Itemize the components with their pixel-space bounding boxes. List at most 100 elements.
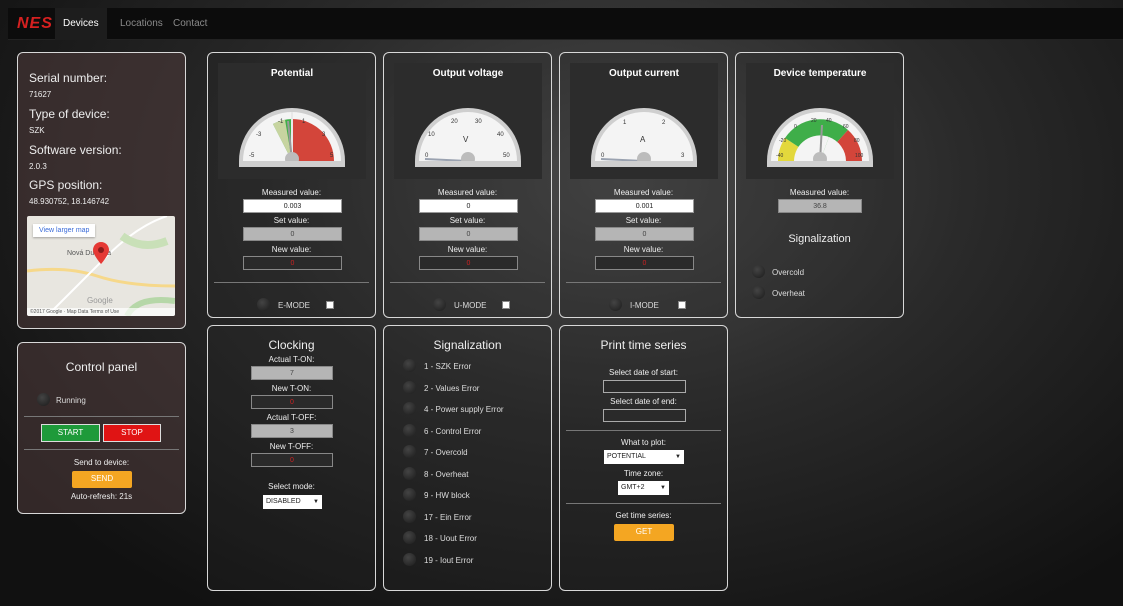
current-panel: Output current A 0 1 2 3 Measured value:… (559, 52, 728, 318)
signal-led-icon (403, 466, 416, 480)
signalization-title: Signalization (433, 338, 502, 352)
signal-item-label: 19 - Iout Error (424, 555, 474, 565)
mode-select-value: DISABLED (266, 498, 301, 505)
signal-item-label: 2 - Values Error (424, 383, 480, 393)
send-button[interactable]: SEND (72, 471, 132, 488)
serial-number-value: 71627 (29, 90, 52, 99)
serial-number-label: Serial number: (29, 71, 108, 85)
tab-locations[interactable]: Locations (112, 8, 171, 40)
u-mode-checkbox[interactable] (502, 301, 510, 309)
overheat-label: Overheat (772, 289, 805, 298)
actual-toff-label: Actual T-OFF: (266, 413, 317, 422)
new-value-label: New value: (271, 245, 312, 254)
svg-text:-40: -40 (776, 153, 783, 159)
device-type-label: Type of device: (29, 107, 110, 121)
running-status: Running (56, 396, 86, 405)
new-ton-input[interactable]: 0 (251, 395, 333, 409)
get-button[interactable]: GET (614, 524, 674, 541)
svg-text:40: 40 (826, 118, 832, 124)
new-value-label: New value: (447, 245, 488, 254)
signal-led-icon (403, 445, 416, 458)
overcold-label: Overcold (772, 268, 805, 277)
signal-led-icon (403, 402, 416, 415)
control-panel: Control panel Running START STOP Send to… (17, 342, 186, 514)
svg-text:10: 10 (428, 132, 435, 138)
svg-text:100: 100 (855, 153, 864, 159)
temperature-gauge: -40 -20 0 20 40 60 80 100 (767, 108, 873, 167)
start-date-input[interactable] (603, 380, 686, 393)
tab-contact[interactable]: Contact (165, 8, 215, 40)
signal-item-label: 17 - Ein Error (424, 512, 472, 522)
voltage-gauge-box: Output voltage V 0 10 20 30 40 50 (394, 63, 542, 179)
divider (566, 503, 721, 504)
device-type-value: SZK (29, 126, 45, 135)
svg-text:0: 0 (794, 124, 797, 130)
i-mode-led-icon (609, 298, 622, 311)
signal-item-label: 8 - Overheat (424, 469, 469, 479)
svg-text:40: 40 (497, 132, 504, 138)
gps-position-value: 48.930752, 18.146742 (29, 197, 110, 206)
mode-select[interactable]: DISABLED ▼ (263, 495, 322, 509)
e-mode-checkbox[interactable] (326, 301, 334, 309)
overcold-led-icon (752, 265, 765, 278)
temperature-panel: Device temperature -40 -20 0 20 40 60 80… (735, 52, 904, 318)
signal-item-label: 1 - SZK Error (424, 362, 472, 371)
timezone-select[interactable]: GMT+2 ▼ (618, 481, 669, 495)
auto-refresh-label: Auto-refresh: 21s (70, 492, 133, 501)
e-mode-led-icon (257, 298, 270, 311)
new-ton-label: New T-ON: (271, 384, 312, 393)
actual-ton-value: 7 (251, 366, 333, 380)
signal-led-icon (403, 380, 416, 394)
current-measured-value: 0.001 (595, 199, 694, 213)
voltage-gauge: V 0 10 20 30 40 50 (415, 108, 521, 167)
view-larger-map-button[interactable]: View larger map (33, 224, 96, 237)
voltage-panel: Output voltage V 0 10 20 30 40 50 Measur… (383, 52, 552, 318)
send-to-device-label: Send to device: (73, 458, 130, 467)
svg-text:30: 30 (475, 119, 482, 125)
potential-measured-value: 0.003 (243, 199, 342, 213)
svg-text:50: 50 (503, 153, 510, 159)
voltage-new-value-input[interactable]: 0 (419, 256, 518, 270)
signal-item-label: 18 - Uout Error (424, 534, 477, 543)
start-button[interactable]: START (41, 424, 100, 442)
time-zone-label: Time zone: (623, 469, 664, 478)
new-toff-input[interactable]: 0 (251, 453, 333, 467)
end-date-input[interactable] (603, 409, 686, 422)
potential-new-value-input[interactable]: 0 (243, 256, 342, 270)
location-map[interactable]: View larger map Nová Dubnica Google ©201… (27, 216, 175, 316)
i-mode-checkbox[interactable] (678, 301, 686, 309)
stop-button[interactable]: STOP (103, 424, 161, 442)
map-pin-icon (93, 242, 109, 264)
current-new-value-input[interactable]: 0 (595, 256, 694, 270)
software-version-label: Software version: (29, 143, 122, 157)
temperature-measured-value: 36.8 (778, 199, 862, 213)
actual-ton-label: Actual T-ON: (268, 355, 315, 364)
temperature-gauge-box: Device temperature -40 -20 0 20 40 60 80… (746, 63, 894, 179)
svg-text:20: 20 (811, 118, 817, 124)
u-mode-label: U-MODE (454, 301, 487, 310)
time-series-panel: Print time series Select date of start: … (559, 325, 728, 591)
plot-select-value: POTENTIAL (607, 453, 646, 460)
potential-panel: Potential -5 -3 -1 1 3 5 Measured value:… (207, 52, 376, 318)
start-date-label: Select date of start: (609, 368, 678, 377)
signal-led-icon (403, 552, 416, 566)
svg-text:-3: -3 (256, 132, 262, 138)
svg-text:60: 60 (843, 124, 849, 130)
potential-title: Potential (270, 68, 314, 79)
clocking-panel: Clocking Actual T-ON: 7 New T-ON: 0 Actu… (207, 325, 376, 591)
potential-set-value: 0 (243, 227, 342, 241)
svg-text:A: A (640, 135, 646, 144)
divider (214, 282, 369, 283)
measured-value-label: Measured value: (261, 188, 322, 197)
svg-text:20: 20 (451, 119, 458, 125)
clocking-title: Clocking (268, 338, 315, 352)
voltage-title: Output voltage (432, 68, 504, 79)
control-panel-title: Control panel (65, 360, 138, 374)
plot-select[interactable]: POTENTIAL ▼ (604, 450, 684, 464)
measured-value-label: Measured value: (437, 188, 498, 197)
time-series-title: Print time series (600, 338, 687, 352)
brand-logo[interactable]: NES (17, 15, 53, 33)
top-navbar: NES Devices Locations Contact (8, 8, 1123, 40)
svg-text:-1: -1 (278, 119, 284, 125)
tab-devices[interactable]: Devices (55, 8, 107, 40)
